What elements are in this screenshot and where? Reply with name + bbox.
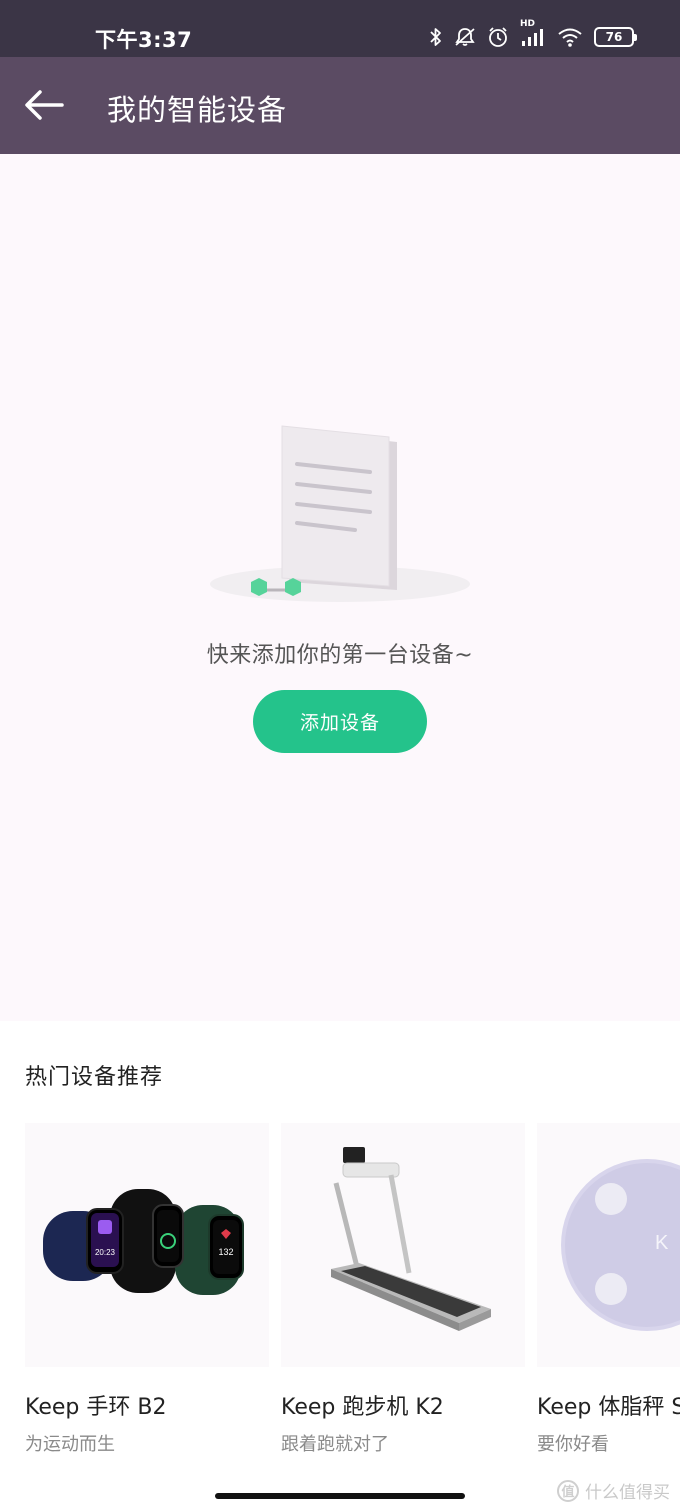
reco-card-scale[interactable]: K Keep 体脂秤 S 要你好看 [537, 1123, 680, 1468]
watermark-logo: 值 [557, 1479, 579, 1502]
app-bar: 我的智能设备 [0, 57, 680, 154]
page-title: 我的智能设备 [107, 93, 288, 127]
status-icons: HD 76 [429, 19, 637, 48]
treadmill-image [281, 1123, 525, 1367]
status-bar: 下午3:37 HD 76 [0, 0, 680, 57]
mute-icon [454, 27, 476, 47]
add-device-button[interactable]: 添加设备 [253, 690, 427, 753]
status-time: 下午3:37 [95, 28, 193, 52]
reco-card-band[interactable]: 20:23 132 Keep 手环 B2 为运动而生 [25, 1123, 269, 1468]
recommendations-list[interactable]: 20:23 132 Keep 手环 B2 为运动而生 Keep 跑步机 K2 跟… [0, 1123, 680, 1468]
home-indicator[interactable] [215, 1493, 465, 1499]
wifi-icon [557, 27, 583, 47]
empty-message: 快来添加你的第一台设备~ [206, 643, 474, 668]
reco-name: Keep 跑步机 K2 [281, 1395, 444, 1420]
svg-text:K: K [655, 1232, 669, 1254]
empty-document-illustration [205, 422, 475, 612]
watermark: 值 什么值得买 [557, 1478, 670, 1503]
watermark-text: 什么值得买 [585, 1483, 670, 1503]
reco-card-treadmill[interactable]: Keep 跑步机 K2 跟着跑就对了 [281, 1123, 525, 1468]
reco-name: Keep 体脂秤 S [537, 1395, 680, 1420]
band-watch-value: 132 [218, 1247, 233, 1257]
reco-name: Keep 手环 B2 [25, 1395, 167, 1420]
empty-state: 快来添加你的第一台设备~ 添加设备 [0, 154, 680, 1021]
recommendations-section: 热门设备推荐 20:23 132 Keep 手环 B2 为运动而生 Keep 跑… [0, 1021, 680, 1511]
section-title: 热门设备推荐 [25, 1065, 164, 1090]
signal-icon: HD [520, 19, 546, 47]
network-label: HD [520, 19, 536, 29]
reco-desc: 跟着跑就对了 [281, 1434, 389, 1455]
body-fat-scale-image: K [537, 1123, 680, 1367]
fitness-band-image: 20:23 132 [25, 1123, 269, 1367]
back-arrow-icon [25, 90, 64, 120]
reco-desc: 为运动而生 [25, 1434, 115, 1455]
bluetooth-icon [429, 27, 443, 47]
battery-level: 76 [605, 30, 623, 44]
alarm-icon [487, 26, 509, 48]
back-button[interactable] [22, 85, 66, 125]
reco-desc: 要你好看 [537, 1434, 609, 1455]
battery-icon: 76 [594, 27, 637, 47]
band-watch-time: 20:23 [95, 1248, 116, 1257]
